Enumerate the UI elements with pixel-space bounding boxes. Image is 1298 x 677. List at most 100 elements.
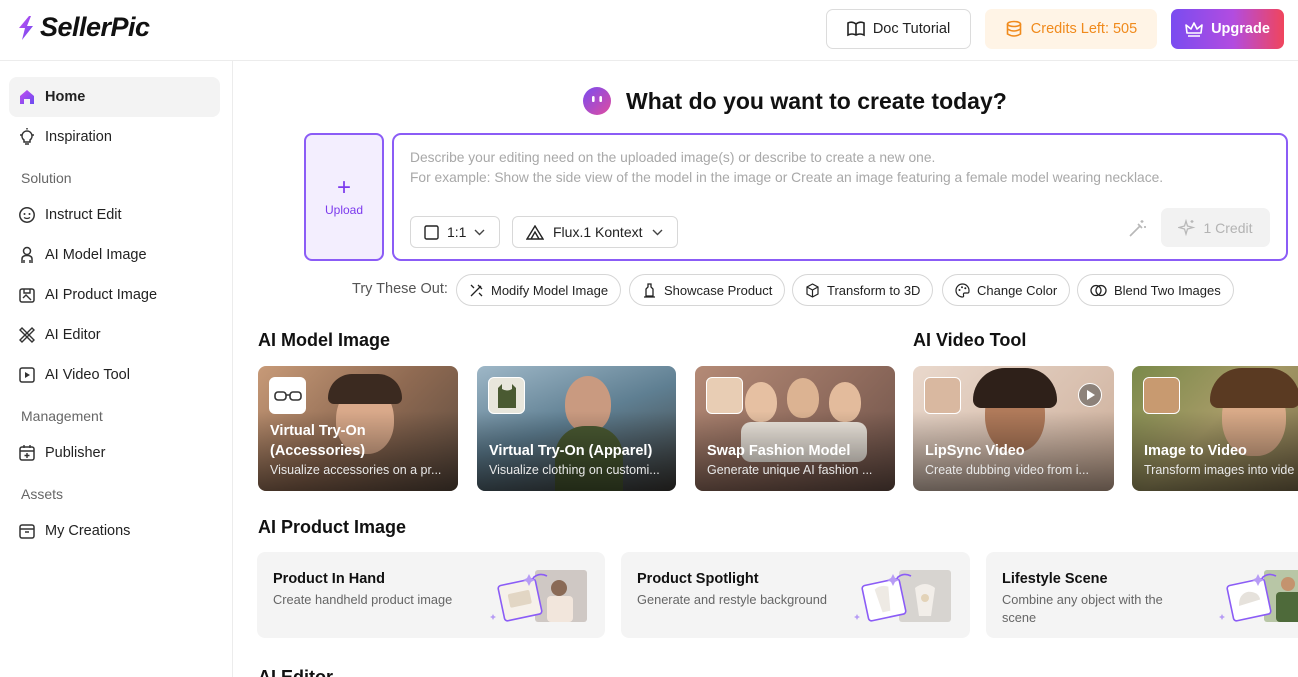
glasses-thumbnail xyxy=(269,377,306,414)
lightbulb-icon xyxy=(20,128,34,145)
sidebar: Home Inspiration Solution Instruct Edit … xyxy=(0,61,233,677)
portrait-thumbnail xyxy=(1143,377,1180,414)
chip-label: Transform to 3D xyxy=(827,282,921,298)
sidebar-item-my-creations[interactable]: My Creations xyxy=(9,511,220,551)
model-value: Flux.1 Kontext xyxy=(553,224,643,240)
section-title-ai-video-tool: AI Video Tool xyxy=(913,330,1027,350)
sidebar-item-ai-editor[interactable]: AI Editor xyxy=(9,315,220,355)
section-title-ai-product-image: AI Product Image xyxy=(258,517,407,537)
card-description: Create dubbing video from i... xyxy=(925,463,1089,477)
main-content: What do you want to create today? + Uplo… xyxy=(234,61,1298,677)
card-description: Transform images into vide xyxy=(1144,463,1295,477)
model-hair-image xyxy=(1210,368,1298,408)
square-icon xyxy=(424,224,439,240)
chevron-down-icon xyxy=(652,229,662,235)
chip-label: Showcase Product xyxy=(664,282,773,298)
palette-icon xyxy=(955,282,970,298)
card-lipsync-video[interactable]: LipSync Video Create dubbing video from … xyxy=(913,366,1114,491)
card-product-spotlight[interactable]: Product Spotlight Generate and restyle b… xyxy=(621,552,970,638)
crown-icon xyxy=(1185,22,1203,37)
card-swap-fashion-model[interactable]: Swap Fashion Model Generate unique AI fa… xyxy=(695,366,895,491)
model-select[interactable]: Flux.1 Kontext xyxy=(512,216,678,248)
hero-heading: What do you want to create today? xyxy=(582,86,1007,116)
model-person-icon xyxy=(21,246,33,263)
brand-name: SellerPic xyxy=(40,12,150,42)
plus-icon: + xyxy=(336,174,351,201)
prompt-textarea[interactable]: Describe your editing need on the upload… xyxy=(392,133,1288,261)
card-description: Generate and restyle background xyxy=(637,592,827,607)
sidebar-item-inspiration[interactable]: Inspiration xyxy=(9,117,220,157)
card-title: Lifestyle Scene xyxy=(1002,571,1108,587)
product-in-hand-illustration xyxy=(490,570,587,622)
sidebar-item-home[interactable]: Home xyxy=(9,77,220,117)
generate-button[interactable]: 1 Credit xyxy=(1161,208,1270,247)
coins-icon xyxy=(1006,20,1022,37)
sidebar-item-label: Home xyxy=(45,89,86,105)
section-title-ai-model-image: AI Model Image xyxy=(258,330,391,350)
sidebar-item-instruct-edit[interactable]: Instruct Edit xyxy=(9,195,220,235)
model-thumbnail xyxy=(706,377,743,414)
editor-tools-icon xyxy=(19,327,35,343)
aspect-ratio-value: 1:1 xyxy=(447,224,467,240)
tank-top-icon xyxy=(497,383,516,408)
sidebar-item-label: Instruct Edit xyxy=(45,207,122,223)
chip-modify-model-image[interactable]: Modify Model Image xyxy=(456,274,622,306)
sidebar-item-publisher[interactable]: Publisher xyxy=(9,433,220,473)
sidebar-item-ai-product-image[interactable]: AI Product Image xyxy=(9,275,220,315)
card-product-in-hand[interactable]: Product In Hand Create handheld product … xyxy=(257,552,605,638)
sellerpic-logo-icon xyxy=(19,15,33,40)
credits-label: Credits Left: 505 xyxy=(1030,21,1138,37)
flux-logo-icon xyxy=(526,224,544,240)
logo[interactable]: SellerPic xyxy=(16,12,150,43)
calendar-icon xyxy=(19,445,35,461)
card-description: Combine any object with the scene xyxy=(1002,592,1163,625)
home-icon xyxy=(20,90,34,104)
play-icon[interactable] xyxy=(1078,383,1102,407)
lifestyle-scene-illustration xyxy=(1219,570,1298,622)
chip-blend-two-images[interactable]: Blend Two Images xyxy=(1077,274,1234,306)
sidebar-item-ai-video-tool[interactable]: AI Video Tool xyxy=(9,355,220,395)
card-description: Create handheld product image xyxy=(273,592,453,607)
magic-wand-icon[interactable] xyxy=(1127,219,1147,239)
card-title: LipSync Video xyxy=(925,443,1025,459)
card-title: Virtual Try-On (Accessories) xyxy=(270,423,366,459)
bottle-icon xyxy=(644,282,655,298)
aspect-ratio-select[interactable]: 1:1 xyxy=(410,216,500,248)
card-title: Virtual Try-On (Apparel) xyxy=(489,443,653,459)
generate-label: 1 Credit xyxy=(1203,219,1253,236)
sidebar-section-assets: Assets xyxy=(21,486,64,502)
archive-box-icon xyxy=(19,524,35,539)
blend-circles-icon xyxy=(1090,284,1107,296)
prompt-placeholder-line2: For example: Show the side view of the m… xyxy=(410,170,1164,185)
product-spotlight-illustration xyxy=(854,570,951,622)
chip-change-color[interactable]: Change Color xyxy=(942,274,1071,306)
model-hair-image xyxy=(328,374,402,404)
card-virtual-try-on-apparel[interactable]: Virtual Try-On (Apparel) Visualize cloth… xyxy=(477,366,676,491)
glasses-icon xyxy=(273,390,302,401)
product-image-icon xyxy=(19,288,35,303)
assistant-avatar-icon xyxy=(583,87,611,115)
chip-label: Blend Two Images xyxy=(1114,282,1221,298)
sidebar-section-solution: Solution xyxy=(21,170,72,186)
sidebar-item-ai-model-image[interactable]: AI Model Image xyxy=(9,235,220,275)
chip-transform-to-3d[interactable]: Transform to 3D xyxy=(792,274,934,306)
apparel-thumbnail xyxy=(488,377,525,414)
section-title-ai-editor: AI Editor xyxy=(258,667,333,677)
card-title: Product In Hand xyxy=(273,571,385,587)
sidebar-item-label: AI Editor xyxy=(45,327,101,343)
video-icon xyxy=(19,367,35,383)
book-icon xyxy=(847,21,865,37)
doc-tutorial-button[interactable]: Doc Tutorial xyxy=(826,9,971,49)
upgrade-button[interactable]: Upgrade xyxy=(1171,9,1284,49)
chip-showcase-product[interactable]: Showcase Product xyxy=(629,274,786,306)
card-virtual-try-on-accessories[interactable]: Virtual Try-On (Accessories) Visualize a… xyxy=(258,366,458,491)
credits-button[interactable]: Credits Left: 505 xyxy=(985,9,1157,49)
sparkle-icon xyxy=(1178,218,1196,236)
sidebar-item-label: Publisher xyxy=(45,445,106,461)
chip-label: Change Color xyxy=(977,282,1058,298)
sidebar-item-label: My Creations xyxy=(45,523,131,539)
card-image-to-video[interactable]: Image to Video Transform images into vid… xyxy=(1132,366,1298,491)
upload-button[interactable]: + Upload xyxy=(304,133,384,261)
speaker-thumbnail xyxy=(924,377,961,414)
card-lifestyle-scene[interactable]: Lifestyle Scene Combine any object with … xyxy=(986,552,1298,638)
